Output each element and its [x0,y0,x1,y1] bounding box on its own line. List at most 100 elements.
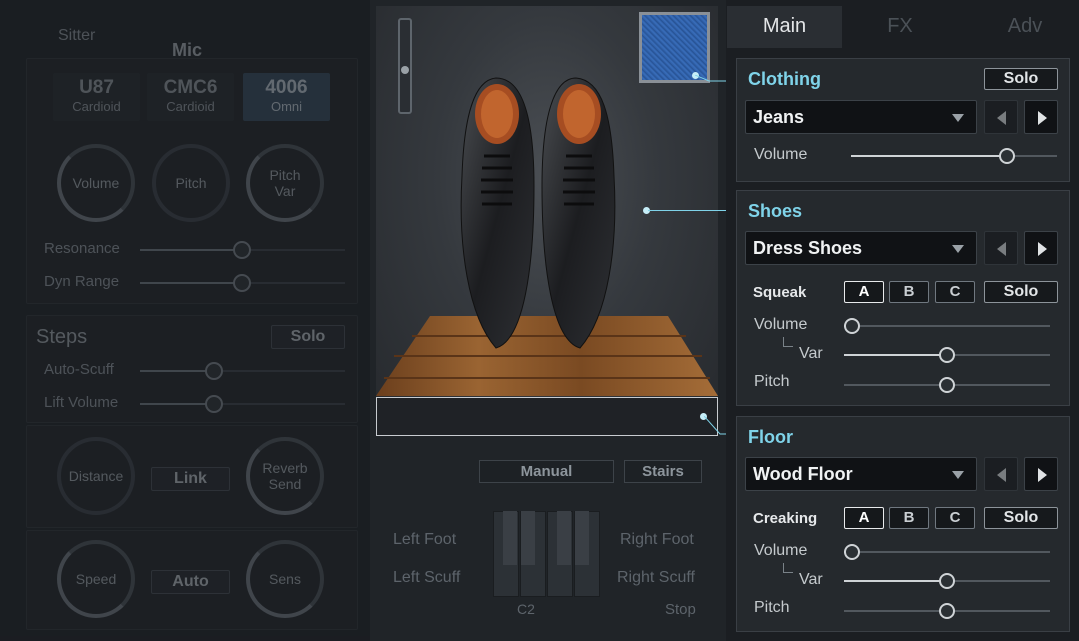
slider-thumb[interactable] [939,347,955,363]
mic-option-4006[interactable]: 4006 Omni [243,73,330,121]
creaking-option-b[interactable]: B [889,507,929,529]
clothing-solo-button[interactable]: Solo [984,68,1058,90]
note-label: C2 [517,601,535,617]
mic-name: U87 [79,77,114,98]
slider-fill [851,155,1007,157]
slider-thumb[interactable] [844,544,860,560]
chevron-down-icon [952,471,964,479]
stairs-mode-button[interactable]: Stairs [624,460,702,483]
floor-select[interactable]: Wood Floor [745,457,977,491]
var-branch-line [783,337,793,347]
floor-volume-slider[interactable] [844,544,1050,560]
shoes-var-slider[interactable] [844,347,1050,363]
clothing-title: Clothing [748,69,821,89]
floor-prev-button[interactable] [984,457,1018,491]
shoes-select-value: Dress Shoes [753,238,863,258]
creaking-label: Creaking [753,510,818,527]
shoes-select[interactable]: Dress Shoes [745,231,977,265]
auto-button[interactable]: Auto [151,570,230,594]
floor-pitch-label: Pitch [754,599,790,616]
floor-select-value: Wood Floor [753,464,853,484]
lift-volume-label: Lift Volume [44,394,119,411]
manual-mode-button[interactable]: Manual [479,460,614,483]
left-panel: Sitter Mic U87 Cardioid CMC6 Cardioid 40… [0,0,372,641]
shoes-var-label: Var [799,345,823,362]
mic-name: 4006 [265,77,308,98]
reverb-send-knob[interactable]: Reverb Send [246,437,324,515]
slider-fill [844,580,947,582]
floor-pitch-slider[interactable] [844,603,1050,619]
clothing-select[interactable]: Jeans [745,100,977,134]
squeak-label: Squeak [753,284,807,301]
black-key[interactable] [575,511,589,565]
squeak-option-b[interactable]: B [889,281,929,303]
shoes-volume-label: Volume [754,316,808,333]
auto-scuff-slider[interactable] [140,362,345,380]
clothing-select-value: Jeans [753,107,805,127]
floor-base [376,397,718,436]
sens-knob[interactable]: Sens [246,540,324,618]
shoes-pitch-slider[interactable] [844,377,1050,393]
slider-thumb[interactable] [939,603,955,619]
tab-adv[interactable]: Adv [985,6,1065,48]
stage-vertical-slider[interactable] [398,18,412,114]
link-button[interactable]: Link [151,467,230,491]
steps-solo-button[interactable]: Solo [271,325,345,349]
clothing-swatch[interactable] [639,12,710,83]
left-foot-label: Left Foot [393,531,457,548]
floor-next-button[interactable] [1024,457,1058,491]
resonance-label: Resonance [44,240,120,257]
creaking-option-c[interactable]: C [935,507,975,529]
slider-thumb[interactable] [939,573,955,589]
mic-option-cmc6[interactable]: CMC6 Cardioid [147,73,234,121]
var-branch-line [783,563,793,573]
speed-knob[interactable]: Speed [57,540,135,618]
tab-main[interactable]: Main [727,6,842,48]
steps-title: Steps [36,326,88,348]
shoes-volume-slider[interactable] [844,318,1050,334]
auto-scuff-label: Auto-Scuff [44,361,114,378]
creaking-solo-button[interactable]: Solo [984,507,1058,529]
shoes-prev-button[interactable] [984,231,1018,265]
floor-title: Floor [748,427,793,447]
squeak-option-c[interactable]: C [935,281,975,303]
chevron-down-icon [952,245,964,253]
slider-thumb[interactable] [844,318,860,334]
shoes-pitch-label: Pitch [754,373,790,390]
black-key[interactable] [521,511,535,565]
mic-pattern: Omni [270,99,303,114]
black-key[interactable] [557,511,571,565]
chevron-down-icon [952,114,964,122]
slider-thumb[interactable] [999,148,1015,164]
resonance-slider[interactable] [140,241,345,259]
clothing-volume-slider[interactable] [851,148,1057,164]
left-scuff-label: Left Scuff [393,569,461,586]
left-top-label: Sitter [58,27,96,44]
shoes-next-button[interactable] [1024,231,1058,265]
squeak-option-a[interactable]: A [844,281,884,303]
pitch-knob[interactable]: Pitch [152,144,230,222]
volume-knob[interactable]: Volume [57,144,135,222]
stop-label: Stop [665,601,696,618]
clothing-volume-label: Volume [754,146,808,163]
floor-var-label: Var [799,571,823,588]
squeak-solo-button[interactable]: Solo [984,281,1058,303]
black-key[interactable] [503,511,517,565]
slider-thumb[interactable] [939,377,955,393]
mic-pattern: Cardioid [72,99,121,114]
tab-fx[interactable]: FX [860,6,940,48]
dyn-range-slider[interactable] [140,274,345,292]
piano-keys[interactable] [493,511,601,597]
slider-fill [844,354,947,356]
clothing-next-button[interactable] [1024,100,1058,134]
right-foot-label: Right Foot [620,531,694,548]
floor-var-slider[interactable] [844,573,1050,589]
floor-volume-label: Volume [754,542,808,559]
lift-volume-slider[interactable] [140,395,345,413]
mic-option-u87[interactable]: U87 Cardioid [53,73,140,121]
creaking-option-a[interactable]: A [844,507,884,529]
shoes-title: Shoes [748,201,803,221]
clothing-prev-button[interactable] [984,100,1018,134]
distance-knob[interactable]: Distance [57,437,135,515]
pitch-var-knob[interactable]: Pitch Var [246,144,324,222]
